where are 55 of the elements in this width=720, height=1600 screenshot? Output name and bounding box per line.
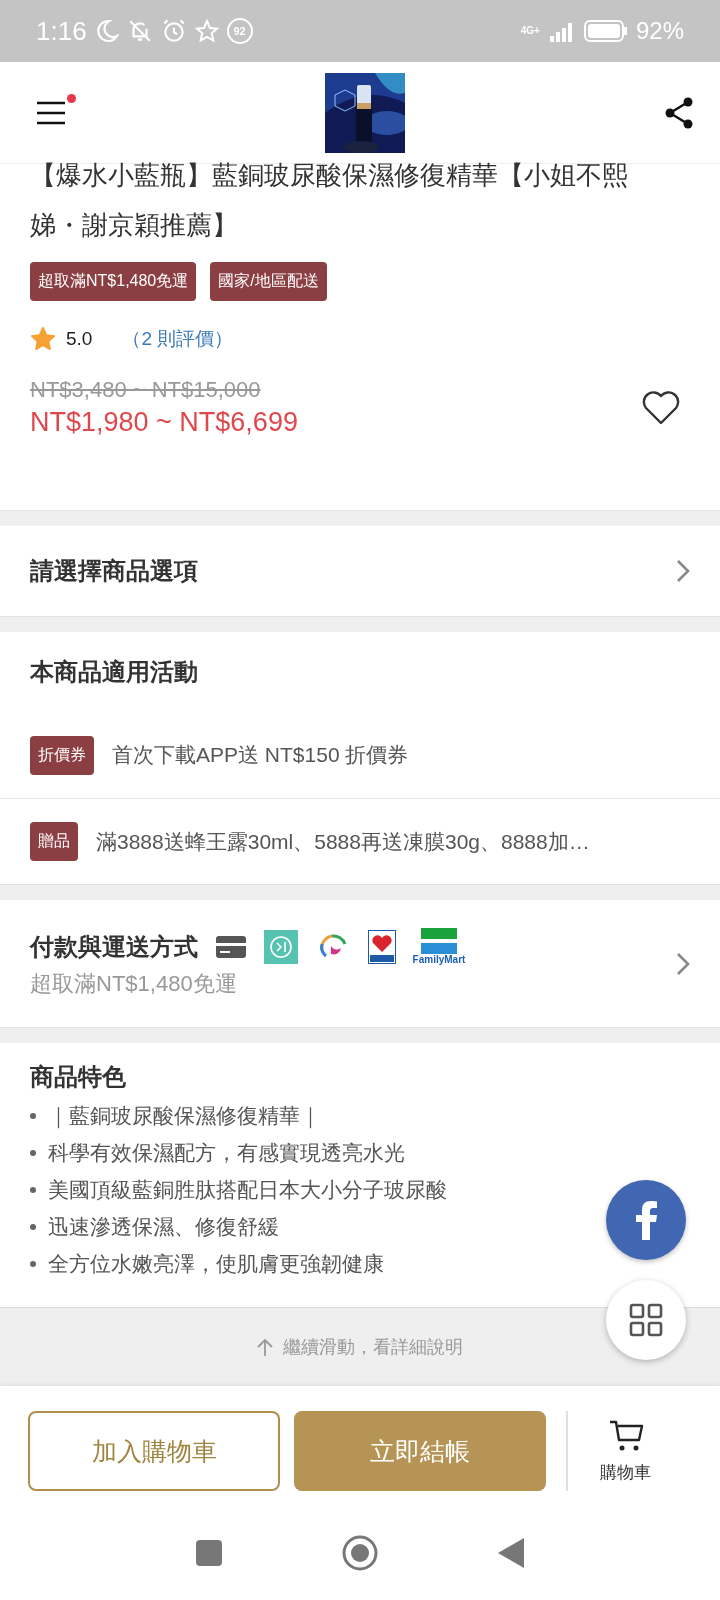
rating-score: 5.0 [66, 328, 93, 350]
facebook-icon [634, 1200, 658, 1240]
promo-text: 首次下載APP送 NT$150 折價券 [112, 742, 409, 768]
cart-button[interactable]: 購物車 [600, 1418, 651, 1484]
feature-text: 科學有效保濕配方，有感實現透亮水光 [48, 1139, 405, 1166]
promo-tag: 折價券 [30, 735, 94, 775]
heart-logo-icon [368, 929, 396, 964]
star-icon [30, 326, 56, 352]
section-title: 付款與運送方式 [30, 931, 198, 962]
moon-icon [94, 19, 119, 43]
feature-text: ｜藍銅玻尿酸保濕修復精華｜ [48, 1102, 321, 1130]
grid-icon [629, 1303, 663, 1337]
back-icon[interactable] [498, 1538, 524, 1568]
menu-icon[interactable] [36, 100, 66, 125]
option-selector[interactable]: 請選擇商品選項 [0, 526, 720, 616]
promo-tag: 贈品 [30, 822, 78, 861]
shipping-note: 超取滿NT$1,480免運 [30, 970, 238, 998]
chevron-right-icon [676, 559, 690, 583]
familymart-logo: FamilyMart [414, 928, 464, 965]
chevron-right-icon [676, 951, 690, 976]
notification-badge: 92 [226, 18, 253, 44]
cart-icon [607, 1418, 644, 1453]
star-icon [194, 19, 219, 43]
bullet-dot [30, 1223, 36, 1230]
checkout-button[interactable]: 立即結帳 [294, 1411, 546, 1491]
scroll-hint: 繼續滑動，看詳細說明 [283, 1336, 463, 1359]
feature-text: 迅速滲透保濕、修復舒緩 [48, 1213, 279, 1240]
original-price: NT$3,480 ~ NT$15,000 [30, 377, 262, 403]
promo-text: 滿3888送蜂王露30ml、5888再送凍膜30g、8888加… [96, 828, 590, 855]
feature-text: 全方位水嫩亮澤，使肌膚更強韌健康 [48, 1250, 384, 1277]
share-icon[interactable] [664, 96, 694, 129]
bullet-dot [30, 1186, 36, 1193]
section-title: 商品特色 [30, 1062, 127, 1092]
home-icon[interactable] [342, 1535, 378, 1571]
heart-icon[interactable] [642, 390, 680, 425]
bullet-dot [30, 1112, 36, 1119]
shipping-tag: 國家/地區配送 [210, 262, 327, 301]
section-title: 本商品適用活動 [30, 657, 198, 687]
status-time: 1:16 [36, 15, 87, 47]
sale-price: NT$1,980 ~ NT$6,699 [30, 407, 298, 438]
product-title: 【爆水小藍瓶】藍銅玻尿酸保濕修復精華【小姐不熙娣・謝京穎推薦】 [29, 159, 629, 242]
battery-percent: 92% [635, 17, 684, 45]
battery-icon [583, 20, 628, 42]
add-to-cart-button[interactable]: 加入購物車 [28, 1411, 280, 1491]
shipping-tag: 超取滿NT$1,480免運 [30, 262, 197, 301]
network-type: 4G+ [520, 26, 540, 36]
credit-card-icon [216, 935, 246, 958]
payment-logo-icon [264, 929, 298, 964]
grid-menu-button[interactable] [606, 1280, 686, 1360]
facebook-button[interactable] [606, 1180, 686, 1260]
bullet-dot [30, 1149, 36, 1156]
bullet-dot [30, 1260, 36, 1267]
feature-text: 美國頂級藍銅胜肽搭配日本大小分子玻尿酸 [48, 1176, 447, 1203]
reviews-link[interactable]: （2 則評價） [122, 326, 234, 352]
arrow-up-icon [257, 1338, 273, 1356]
